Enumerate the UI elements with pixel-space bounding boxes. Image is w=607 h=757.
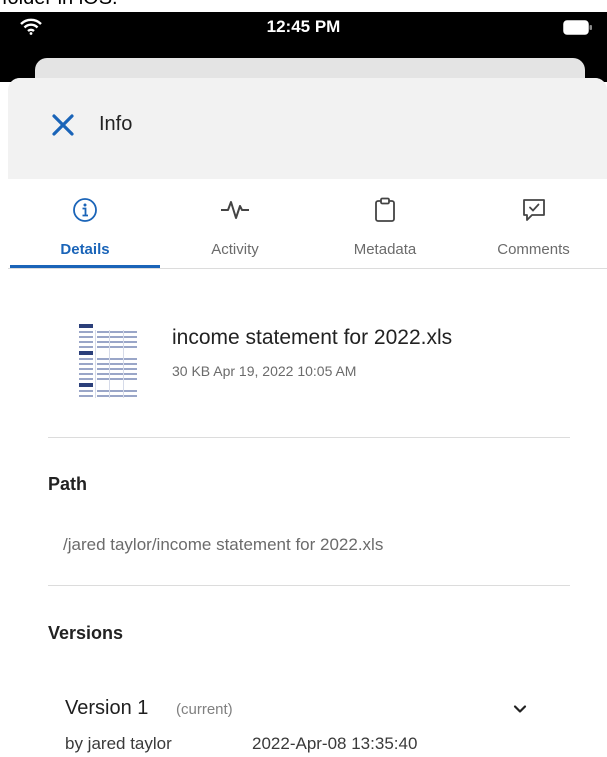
divider	[48, 437, 570, 438]
tab-details[interactable]: Details	[10, 179, 160, 268]
caption-text: folder in iOS.	[2, 0, 118, 8]
close-icon[interactable]	[50, 112, 76, 138]
tab-comments[interactable]: Comments	[460, 179, 607, 268]
versions-section-title: Versions	[48, 623, 124, 643]
path-value: /jared taylor/income statement for 2022.…	[63, 535, 384, 554]
file-meta: 30 KB Apr 19, 2022 10:05 AM	[172, 363, 357, 379]
version-date: 2022-Apr-08 13:35:40	[252, 734, 418, 753]
sheet-header: Info	[8, 78, 607, 179]
activity-pulse-icon	[221, 201, 249, 219]
status-bar: 12:45 PM	[0, 12, 607, 42]
sheet-title: Info	[99, 113, 133, 135]
status-time: 12:45 PM	[266, 17, 341, 36]
version-current-tag: (current)	[176, 701, 233, 718]
chevron-down-icon[interactable]	[511, 700, 529, 718]
info-sheet: Info Details Activity Metadata Comments …	[8, 78, 607, 757]
tab-activity-label: Activity	[211, 241, 259, 258]
tab-metadata[interactable]: Metadata	[310, 179, 460, 268]
path-section-title: Path	[48, 474, 88, 494]
divider	[48, 585, 570, 586]
comment-check-icon	[522, 199, 545, 221]
tab-metadata-label: Metadata	[353, 241, 417, 258]
version-name: Version 1	[65, 697, 149, 719]
file-name: income statement for 2022.xls	[172, 326, 453, 349]
tab-activity[interactable]: Activity	[160, 179, 310, 268]
version-author: by jared taylor	[65, 734, 172, 753]
tab-bar: Details Activity Metadata Comments	[8, 179, 607, 269]
info-icon	[73, 198, 97, 222]
tab-details-label: Details	[60, 241, 110, 258]
clipboard-icon	[375, 197, 395, 222]
active-tab-indicator	[10, 265, 160, 268]
file-thumbnail[interactable]	[77, 322, 139, 400]
battery-icon	[563, 20, 592, 35]
tab-comments-label: Comments	[497, 241, 570, 258]
caption-strip: folder in iOS.	[0, 0, 607, 12]
